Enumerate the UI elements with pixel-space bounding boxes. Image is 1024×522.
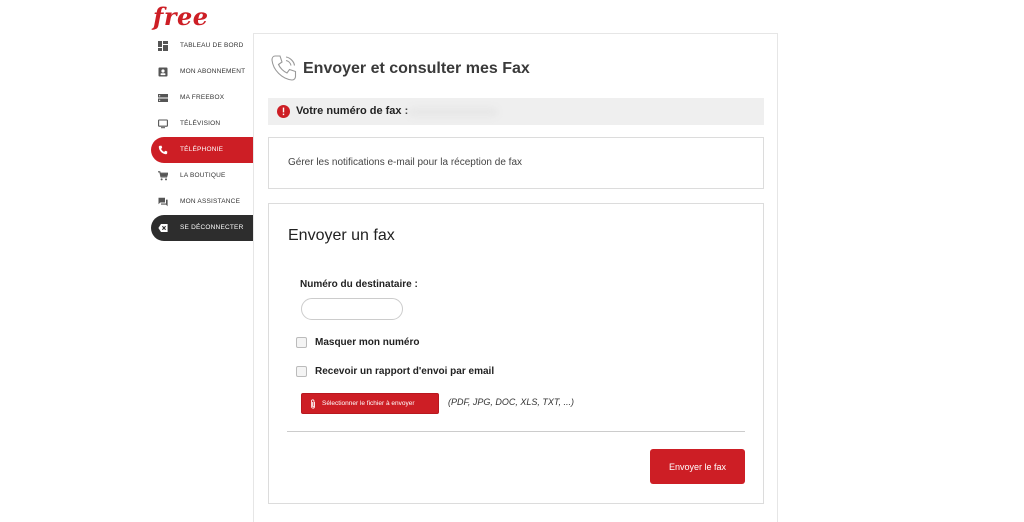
file-types-hint: (PDF, JPG, DOC, XLS, TXT, ...) bbox=[448, 397, 575, 407]
sidebar-item-mon-abonnement[interactable]: MON ABONNEMENT bbox=[151, 59, 253, 85]
select-file-label: Sélectionner le fichier à envoyer bbox=[322, 400, 415, 407]
send-fax-label: Envoyer le fax bbox=[668, 461, 727, 472]
chat-icon bbox=[158, 197, 168, 207]
sidebar-nav: TABLEAU DE BORD MON ABONNEMENT MA FREEBO… bbox=[151, 33, 253, 241]
fax-number-bar: Votre numéro de fax : bbox=[268, 98, 764, 125]
sidebar-item-tableau-de-bord[interactable]: TABLEAU DE BORD bbox=[151, 33, 253, 59]
notifications-link[interactable]: Gérer les notifications e-mail pour la r… bbox=[288, 138, 522, 188]
sidebar-item-la-boutique[interactable]: LA BOUTIQUE bbox=[151, 163, 253, 189]
page-title: Envoyer et consulter mes Fax bbox=[303, 60, 530, 77]
divider bbox=[287, 431, 745, 432]
logo-text: free bbox=[153, 2, 209, 31]
hide-number-label[interactable]: Masquer mon numéro bbox=[315, 337, 419, 348]
notifications-box[interactable]: Gérer les notifications e-mail pour la r… bbox=[268, 137, 764, 189]
send-fax-box: Envoyer un fax Numéro du destinataire : … bbox=[268, 203, 764, 504]
fax-number-label: Votre numéro de fax : bbox=[296, 105, 409, 117]
send-fax-button[interactable]: Envoyer le fax bbox=[650, 449, 745, 484]
sidebar-item-label: MA FREEBOX bbox=[180, 94, 225, 101]
email-report-checkbox[interactable] bbox=[296, 365, 307, 377]
dashboard-icon bbox=[158, 41, 168, 51]
hide-number-checkbox[interactable] bbox=[296, 336, 307, 348]
sidebar-item-label: LA BOUTIQUE bbox=[180, 172, 226, 179]
sidebar-item-mon-assistance[interactable]: MON ASSISTANCE bbox=[151, 189, 253, 215]
logout-icon bbox=[158, 224, 168, 232]
recipient-number-input[interactable] bbox=[301, 298, 403, 320]
fax-phone-icon bbox=[271, 55, 297, 81]
info-icon bbox=[277, 105, 290, 118]
fax-number-redacted bbox=[408, 107, 498, 117]
free-logo[interactable]: free bbox=[153, 3, 217, 31]
paperclip-icon bbox=[311, 398, 315, 409]
sidebar-item-label: TÉLÉVISION bbox=[180, 120, 221, 127]
freebox-icon bbox=[158, 94, 168, 102]
recipient-label: Numéro du destinataire : bbox=[300, 279, 418, 290]
send-fax-title: Envoyer un fax bbox=[288, 227, 395, 244]
sidebar-item-label: SE DÉCONNECTER bbox=[180, 224, 244, 231]
sidebar-item-label: MON ASSISTANCE bbox=[180, 198, 241, 205]
sidebar-item-label: TABLEAU DE BORD bbox=[180, 42, 244, 49]
email-report-row[interactable]: Recevoir un rapport d'envoi par email bbox=[296, 364, 494, 378]
logout-button[interactable]: SE DÉCONNECTER bbox=[151, 215, 253, 241]
select-file-button[interactable]: Sélectionner le fichier à envoyer bbox=[301, 393, 439, 414]
email-report-label[interactable]: Recevoir un rapport d'envoi par email bbox=[315, 366, 494, 377]
sidebar-item-label: MON ABONNEMENT bbox=[180, 68, 246, 75]
hide-number-row[interactable]: Masquer mon numéro bbox=[296, 335, 419, 349]
cart-icon bbox=[158, 171, 168, 181]
phone-icon bbox=[158, 145, 168, 155]
sidebar-item-ma-freebox[interactable]: MA FREEBOX bbox=[151, 85, 253, 111]
tv-icon bbox=[158, 119, 168, 129]
sidebar-item-television[interactable]: TÉLÉVISION bbox=[151, 111, 253, 137]
account-icon bbox=[158, 67, 168, 77]
sidebar-item-label: TÉLÉPHONIE bbox=[180, 146, 224, 153]
sidebar-item-telephonie[interactable]: TÉLÉPHONIE bbox=[151, 137, 253, 163]
